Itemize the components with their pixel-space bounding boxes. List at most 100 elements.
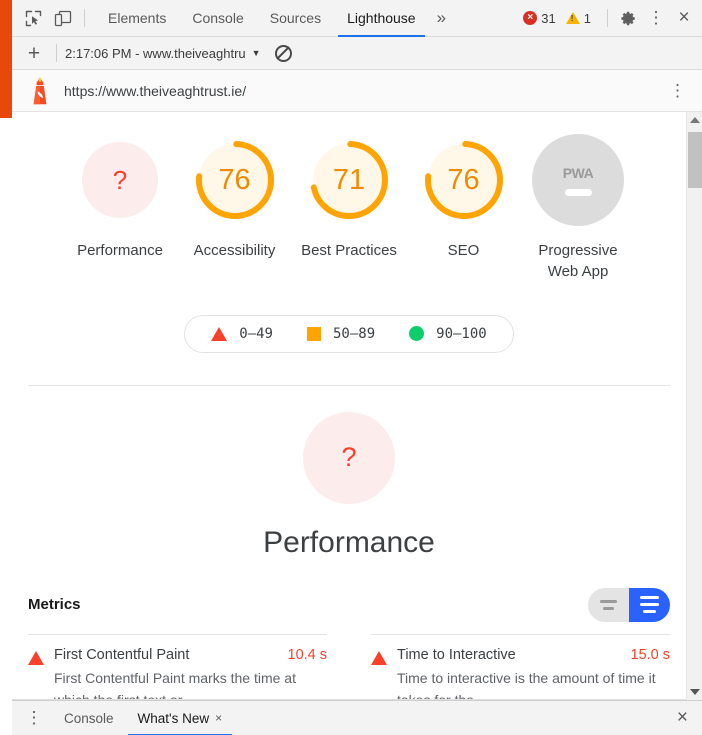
toolbar-divider-2	[607, 9, 608, 27]
metric-name: First Contentful Paint	[54, 646, 190, 663]
new-audit-button[interactable]: +	[20, 43, 48, 64]
error-counter[interactable]: × 31	[523, 11, 556, 26]
drawer-menu-glyph: ⋮	[25, 708, 43, 727]
clear-reports-icon[interactable]	[274, 44, 292, 62]
scroll-down-arrow-icon[interactable]	[687, 684, 702, 700]
tab-elements[interactable]: Elements	[95, 0, 179, 37]
chevron-down-icon: ▼	[251, 48, 261, 58]
drawer-tab-list: Console What's New ×	[52, 701, 234, 735]
metrics-view-toggle[interactable]	[588, 587, 670, 622]
triangle-fail-icon	[371, 650, 387, 665]
report-url-text: https://www.theiveaghtrust.ie/	[64, 82, 247, 99]
triangle-fail-icon	[211, 326, 228, 341]
triangle-fail-icon	[28, 650, 44, 665]
gauge-seo-ring: 76	[418, 134, 510, 226]
legend-pass-range: 90–100	[436, 325, 487, 342]
legend-average-range: 50–89	[332, 325, 376, 342]
expanded-bar-2	[640, 603, 659, 607]
report-url-bar: https://www.theiveaghtrust.ie/ ⋮	[12, 70, 702, 112]
toolbar-divider	[84, 9, 85, 27]
metric-time-to-interactive[interactable]: Time to Interactive 15.0 s Time to inter…	[371, 647, 670, 700]
metrics-column-rule-right	[371, 633, 670, 635]
warning-counter[interactable]: 1	[565, 11, 591, 26]
more-tabs-chevron-icon[interactable]: »	[429, 8, 454, 28]
gauge-performance-label: Performance	[77, 242, 163, 259]
drawer-menu-icon[interactable]: ⋮	[22, 708, 46, 728]
gauge-best-practices-label: Best Practices	[301, 242, 397, 259]
report-menu-icon[interactable]: ⋮	[663, 81, 692, 101]
gear-icon[interactable]	[614, 4, 642, 32]
legend-item-average: 50–89	[306, 325, 376, 342]
gauge-performance-ring: ?	[74, 134, 166, 226]
error-icon: ×	[523, 11, 538, 25]
drawer-tab-whats-new[interactable]: What's New ×	[126, 701, 235, 735]
warning-icon	[565, 12, 580, 24]
circle-pass-icon	[409, 326, 425, 342]
close-devtools-icon[interactable]: ×	[670, 4, 698, 32]
compact-bar-1	[600, 599, 617, 603]
tab-console-label: Console	[192, 10, 244, 26]
close-drawer-glyph: ×	[676, 707, 688, 728]
issue-counters: × 31 1	[523, 11, 601, 26]
gauge-seo-score: 76	[447, 163, 480, 196]
square-average-icon	[306, 326, 321, 341]
report-selector-dropdown[interactable]: 2:17:06 PM - www.theiveaghtru ▼	[65, 46, 261, 61]
close-drawer-icon[interactable]: ×	[677, 707, 694, 729]
more-tabs-glyph: »	[436, 8, 447, 27]
metric-description: First Contentful Paint marks the time at…	[54, 669, 296, 700]
gauge-pwa-label: Progressive Web App	[538, 242, 618, 281]
tab-lighthouse-label: Lighthouse	[347, 10, 416, 26]
tab-elements-label: Elements	[108, 10, 167, 26]
gauge-best-practices-ring: 71	[303, 134, 395, 226]
inspect-element-icon[interactable]	[18, 3, 48, 33]
gauge-performance[interactable]: ? Performance	[64, 134, 176, 283]
report-scrollbar[interactable]	[686, 112, 702, 700]
devtools-menu-glyph: ⋮	[647, 8, 665, 27]
new-audit-label: +	[27, 41, 41, 65]
gauge-best-practices-score: 71	[332, 163, 366, 196]
gauge-performance-score: ?	[112, 164, 128, 195]
pwa-dash-icon	[564, 188, 592, 196]
legend-fail-range: 0–49	[239, 325, 273, 342]
scroll-up-arrow-icon[interactable]	[687, 112, 702, 128]
metric-body: First Contentful Paint 10.4 s First Cont…	[54, 647, 327, 700]
tab-lighthouse[interactable]: Lighthouse	[334, 0, 429, 37]
gauge-accessibility[interactable]: 76 Accessibility	[179, 134, 291, 283]
lighthouse-logo-icon	[28, 77, 52, 105]
tab-console[interactable]: Console	[179, 0, 256, 37]
drawer-tab-whats-new-label: What's New	[137, 710, 210, 726]
compact-bar-2	[603, 606, 614, 610]
devtools-menu-icon[interactable]: ⋮	[642, 4, 670, 32]
devtools-tab-list: Elements Console Sources Lighthouse	[95, 0, 429, 37]
metrics-title: Metrics	[28, 596, 81, 614]
expanded-bar-3	[643, 610, 656, 614]
drawer-tab-console-label: Console	[64, 710, 114, 726]
devtools-window: Elements Console Sources Lighthouse » × …	[0, 0, 702, 735]
expanded-bar-1	[640, 596, 659, 600]
error-glyph: ×	[527, 12, 534, 23]
gauge-best-practices[interactable]: 71 Best Practices	[293, 134, 405, 283]
gauge-pwa[interactable]: PWA Progressive Web App	[522, 134, 634, 283]
metrics-column-right: Time to Interactive 15.0 s Time to inter…	[349, 633, 670, 700]
performance-hero-score: ?	[303, 411, 395, 504]
metric-first-contentful-paint[interactable]: First Contentful Paint 10.4 s First Cont…	[28, 647, 327, 700]
compact-view-icon[interactable]	[588, 587, 629, 622]
gauge-pwa-badge: PWA	[532, 134, 624, 226]
tab-sources[interactable]: Sources	[257, 0, 334, 37]
gauge-accessibility-score: 76	[218, 163, 251, 196]
metric-name: Time to Interactive	[397, 646, 516, 663]
metric-body: Time to Interactive 15.0 s Time to inter…	[397, 647, 670, 700]
gauge-seo-label: SEO	[447, 242, 480, 259]
drawer-tab-console[interactable]: Console	[52, 701, 126, 735]
report-menu-glyph: ⋮	[669, 80, 686, 100]
gauge-seo[interactable]: 76 SEO	[408, 134, 520, 283]
metrics-grid: First Contentful Paint 10.4 s First Cont…	[12, 633, 686, 700]
scrollbar-thumb[interactable]	[688, 132, 702, 188]
score-legend-row: 0–49 50–89 90–100	[12, 314, 686, 353]
legend-item-pass: 90–100	[409, 326, 487, 342]
close-tab-icon[interactable]: ×	[215, 711, 222, 725]
score-legend: 0–49 50–89 90–100	[184, 314, 514, 353]
close-devtools-glyph: ×	[678, 7, 690, 28]
device-toolbar-icon[interactable]	[48, 3, 78, 33]
expanded-view-icon[interactable]	[629, 587, 670, 622]
